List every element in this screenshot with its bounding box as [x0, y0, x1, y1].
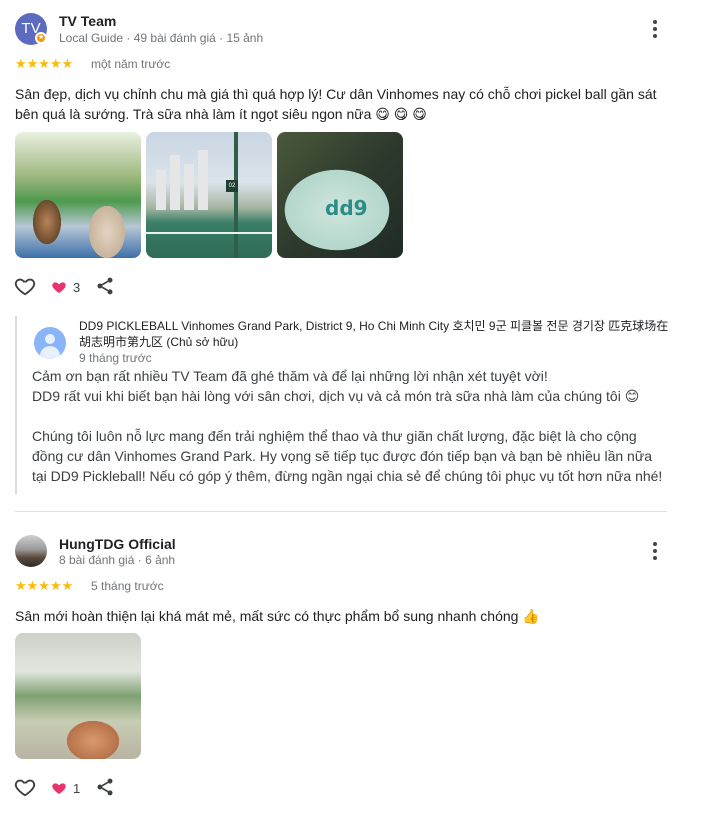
- owner-reply: DD9 PICKLEBALL Vinhomes Grand Park, Dist…: [15, 316, 675, 494]
- review-card: TV TV Team Local Guide · 49 bài đánh giá…: [0, 0, 713, 510]
- review-card: HungTDG Official 8 bài đánh giá · 6 ảnh …: [0, 512, 713, 812]
- heart-filled-icon: [52, 282, 66, 293]
- court-sign: 02: [226, 180, 238, 192]
- review-time: một năm trước: [91, 57, 171, 71]
- reply-time: 9 tháng trước: [79, 351, 152, 365]
- person-icon: [34, 327, 66, 359]
- heart-outline-icon[interactable]: [14, 776, 36, 798]
- reviewer-name[interactable]: HungTDG Official: [59, 536, 176, 552]
- rating-stars: ★★★★★: [15, 578, 74, 593]
- paddle-logo: dd9: [325, 196, 368, 220]
- review-actions: 1: [14, 776, 214, 800]
- love-reaction-button[interactable]: 1: [51, 778, 80, 798]
- reply-text: Cảm ơn bạn rất nhiều TV Team đã ghé thăm…: [32, 366, 682, 486]
- heart-outline-icon[interactable]: [14, 275, 36, 297]
- love-count: 1: [73, 780, 81, 796]
- review-photo[interactable]: [15, 132, 141, 258]
- reply-text-line: Cảm ơn bạn rất nhiều TV Team đã ghé thăm…: [32, 368, 548, 384]
- review-photo[interactable]: dd9: [277, 132, 403, 258]
- reply-text-line: Chúng tôi luôn nỗ lực mang đến trải nghi…: [32, 428, 637, 444]
- local-guide-badge-icon: [35, 32, 47, 44]
- reviewer-avatar[interactable]: [15, 535, 47, 567]
- love-count: 3: [73, 279, 81, 295]
- review-actions: 3: [14, 275, 214, 299]
- reply-owner-name: DD9 PICKLEBALL Vinhomes Grand Park, Dist…: [79, 319, 669, 349]
- review-text-line: Sân mới hoàn thiện lại khá mát mẻ, mất s…: [15, 608, 540, 624]
- review-photo[interactable]: [15, 633, 141, 759]
- share-icon[interactable]: [95, 777, 115, 797]
- reply-text-line: DD9 rất vui khi biết bạn hài lòng với sâ…: [32, 388, 640, 404]
- reply-text-line: tại DD9 Pickleball! Nếu có góp ý thêm, đ…: [32, 468, 663, 484]
- more-vert-icon[interactable]: [645, 17, 665, 41]
- reviewer-meta: Local Guide · 49 bài đánh giá · 15 ảnh: [59, 31, 264, 45]
- review-text-line: bên quá là sướng. Trà sữa nhà làm ít ngọ…: [15, 106, 427, 122]
- love-reaction-button[interactable]: 3: [51, 277, 80, 297]
- review-text: Sân đẹp, dịch vụ chỉnh chu mà giá thì qu…: [15, 84, 675, 124]
- reviewer-name[interactable]: TV Team: [59, 13, 116, 29]
- review-photo[interactable]: 02: [146, 132, 272, 258]
- reply-text-line: đồng cư dân Vinhomes Grand Park. Hy vọng…: [32, 448, 652, 464]
- reviewer-meta: 8 bài đánh giá · 6 ảnh: [59, 553, 176, 567]
- share-icon[interactable]: [95, 276, 115, 296]
- rating-stars: ★★★★★: [15, 56, 74, 71]
- review-text-line: Sân đẹp, dịch vụ chỉnh chu mà giá thì qu…: [15, 86, 657, 102]
- review-time: 5 tháng trước: [91, 579, 164, 593]
- heart-filled-icon: [52, 783, 66, 794]
- more-vert-icon[interactable]: [645, 539, 665, 563]
- review-text: Sân mới hoàn thiện lại khá mát mẻ, mất s…: [15, 606, 675, 626]
